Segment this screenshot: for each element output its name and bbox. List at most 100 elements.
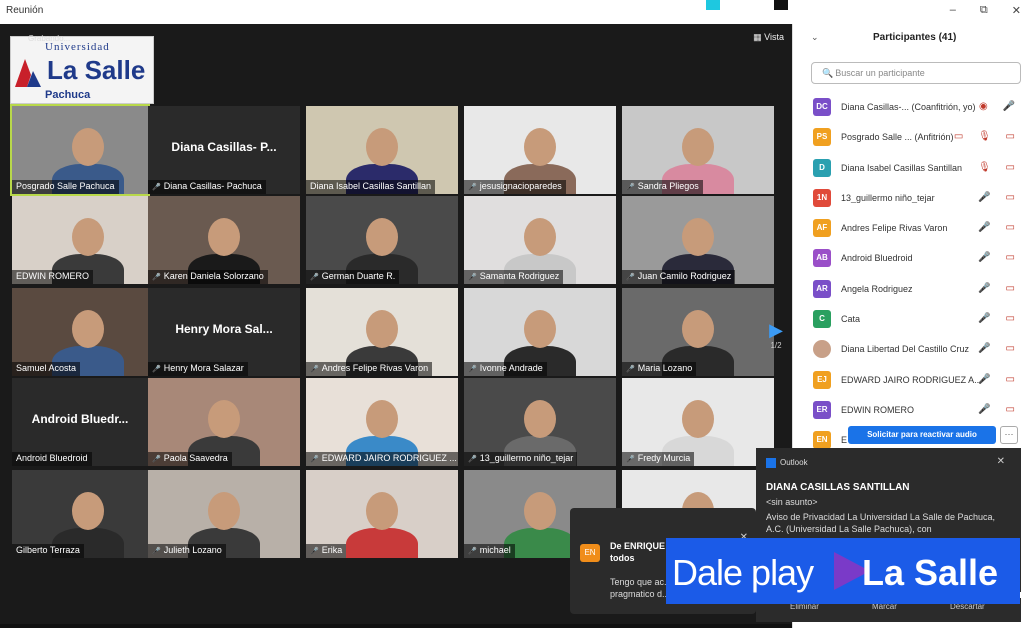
- mic-video-status-icon: 🎤 ▭: [978, 191, 1021, 203]
- video-tile[interactable]: Henry Mora Sal... 🎤 Henry Mora Salazar: [148, 288, 300, 376]
- participant-name: 13_guillermo niño_tejar: [841, 192, 935, 203]
- participant-row[interactable]: AF Andres Felipe Rivas Varon 🎤 ▭: [811, 213, 1025, 243]
- participant-name-label: Posgrado Salle Pachuca: [12, 180, 119, 194]
- participant-name-label: Diana Isabel Casillas Santillan: [306, 180, 436, 194]
- participant-name: Diana Isabel Casillas Santillan: [841, 162, 963, 173]
- video-tile[interactable]: 🎤 Samanta Rodriguez: [464, 196, 616, 284]
- mic-muted-icon: 🎤: [468, 184, 477, 191]
- participant-row[interactable]: ER EDWIN ROMERO 🎤 ▭: [811, 395, 1025, 425]
- video-tile[interactable]: 🎤 German Duarte R.: [306, 196, 458, 284]
- video-tile[interactable]: Posgrado Salle Pachuca: [10, 104, 150, 196]
- participant-row[interactable]: PS Posgrado Salle ... (Anfitrión) ▭ 🎙 ▭: [811, 122, 1025, 152]
- participant-name-label: 🎤 Maria Lozano: [622, 362, 697, 376]
- participant-name-label: 🎤 Ivonne Andrade: [464, 362, 547, 376]
- video-tile[interactable]: 🎤 Karen Daniela Solorzano: [148, 196, 300, 284]
- video-tile[interactable]: 🎤 Erika: [306, 470, 458, 558]
- participant-avatar: PS: [813, 128, 831, 147]
- university-logo: Universidad La Salle Pachuca: [10, 36, 154, 104]
- participant-name: Posgrado Salle Pachuca: [16, 181, 115, 191]
- participant-avatar: EJ: [813, 370, 831, 389]
- participant-name: EDWIN ROMERO: [16, 271, 89, 281]
- mic-muted-icon: 🎤: [152, 184, 161, 191]
- participant-face: [366, 128, 398, 166]
- video-tile[interactable]: Android Bluedr... Android Bluedroid: [12, 378, 148, 466]
- participant-row[interactable]: D Diana Isabel Casillas Santillan 🎙 ▭: [811, 153, 1025, 183]
- mic-muted-icon: 🎤: [626, 366, 635, 373]
- video-tile[interactable]: 🎤 Juan Camilo Rodriguez: [622, 196, 774, 284]
- participant-row[interactable]: AB Android Bluedroid 🎤 ▭: [811, 243, 1025, 273]
- participant-face: [208, 400, 240, 438]
- participant-name: EDWARD JAIRO RODRIGUEZ A...: [841, 374, 982, 385]
- video-tile[interactable]: 🎤 jesusignacioparedes: [464, 106, 616, 194]
- participant-name: Gilberto Terraza: [16, 545, 80, 555]
- participant-name: Diana Casillas-... (Coanfitrión, yo): [841, 102, 976, 112]
- participant-name-label: 🎤 jesusignacioparedes: [464, 180, 566, 194]
- toast-subject: <sin asunto>: [766, 497, 818, 507]
- participant-row[interactable]: C Cata 🎤 ▭: [811, 304, 1025, 334]
- toast-sender: DIANA CASILLAS SANTILLAN: [766, 482, 910, 493]
- participant-name-label: 🎤 Fredy Murcia: [622, 452, 695, 466]
- participant-name-label: 🎤 13_guillermo niño_tejar: [464, 452, 578, 466]
- participant-row[interactable]: 1N 13_guillermo niño_tejar 🎤 ▭: [811, 183, 1025, 213]
- video-tile[interactable]: 🎤 EDWARD JAIRO RODRIGUEZ ...: [306, 378, 458, 466]
- banner-text1: Dale play: [672, 552, 814, 593]
- video-tile[interactable]: 🎤 Paola Saavedra: [148, 378, 300, 466]
- participant-name: Andres Felipe Rivas Varon: [321, 363, 429, 373]
- participant-name: Diana Isabel Casillas Santillan: [310, 181, 432, 191]
- participant-name: Karen Daniela Solorzano: [163, 271, 264, 281]
- participant-avatar: AF: [813, 219, 831, 238]
- participant-name: Cata: [841, 314, 861, 325]
- participant-name: Android Bluedroid: [841, 253, 913, 264]
- mic-video-status-icon: 🎤 ▭: [978, 403, 1021, 415]
- video-tile[interactable]: 🎤 Andres Felipe Rivas Varon: [306, 288, 458, 376]
- mic-video-status-icon: ◉ 🎤: [979, 101, 1021, 112]
- participant-face: [366, 218, 398, 256]
- video-tile[interactable]: 🎤 Maria Lozano: [622, 288, 774, 376]
- participant-name-label: 🎤 Samanta Rodriguez: [464, 270, 564, 284]
- participant-name: EDWARD JAIRO RODRIGUEZ ...: [321, 453, 457, 463]
- video-tile[interactable]: Diana Isabel Casillas Santillan: [306, 106, 458, 194]
- participant-name: Paola Saavedra: [163, 453, 228, 463]
- more-options-button[interactable]: ···: [1000, 426, 1018, 444]
- mic-video-status-icon: 🎤 ▭: [978, 282, 1021, 294]
- participant-display-name: Android Bluedr...: [31, 412, 129, 426]
- banner-text2: La Salle: [862, 552, 999, 593]
- participant-row[interactable]: DC Diana Casillas-... (Coanfitrión, yo) ◉ …: [811, 92, 1025, 122]
- participant-name-label: 🎤 Diana Casillas- Pachuca: [148, 180, 266, 194]
- request-unmute-button[interactable]: Solicitar para reactivar audio: [848, 426, 996, 444]
- mic-muted-icon: 🎤: [626, 274, 635, 281]
- video-tile[interactable]: 🎤 Julieth Lozano: [148, 470, 300, 558]
- mic-muted-icon: 🎤: [468, 456, 477, 463]
- participant-avatar: C: [813, 310, 831, 329]
- participant-row[interactable]: EJ EDWARD JAIRO RODRIGUEZ A... 🎤 ▭: [811, 365, 1025, 395]
- mic-muted-icon: 🎤: [468, 366, 477, 373]
- video-tile[interactable]: 🎤 Sandra Pliegos: [622, 106, 774, 194]
- view-button[interactable]: ▦ Vista: [753, 32, 784, 43]
- video-tile[interactable]: EDWIN ROMERO: [12, 196, 148, 284]
- participant-face: [366, 492, 398, 530]
- search-input[interactable]: 🔍 Buscar un participante: [811, 62, 1021, 84]
- video-tile[interactable]: Samuel Acosta: [12, 288, 148, 376]
- participant-face: [682, 400, 714, 438]
- video-tile[interactable]: Gilberto Terraza: [12, 470, 148, 558]
- next-page-button[interactable]: ▶ 1/2: [766, 320, 786, 350]
- participant-face: [72, 492, 104, 530]
- mic-muted-icon: 🎤: [310, 366, 319, 373]
- participant-row[interactable]: Diana Libertad Del Castillo Cruz 🎤 ▭: [811, 334, 1025, 364]
- participant-row[interactable]: AR Angela Rodriguez 🎤 ▭: [811, 274, 1025, 304]
- video-tile[interactable]: 🎤 Ivonne Andrade: [464, 288, 616, 376]
- toast-body: Aviso de Privacidad La Universidad La Sa…: [766, 512, 995, 534]
- panel-title: Participantes (41): [873, 32, 957, 43]
- close-button[interactable]: ✕: [1012, 4, 1021, 17]
- video-tile[interactable]: 🎤 Fredy Murcia: [622, 378, 774, 466]
- close-icon[interactable]: ✕: [997, 456, 1005, 467]
- video-tile[interactable]: Diana Casillas- P... 🎤 Diana Casillas- Pac…: [148, 106, 300, 194]
- chevron-down-icon[interactable]: ⌄: [811, 32, 819, 43]
- restore-button[interactable]: ⧉: [980, 4, 988, 17]
- mic-video-status-icon: 🎤 ▭: [978, 343, 1021, 355]
- mic-video-status-icon: 🎙 ▭: [978, 161, 1021, 173]
- salle-logo-mark: [15, 59, 41, 87]
- video-tile[interactable]: 🎤 13_guillermo niño_tejar: [464, 378, 616, 466]
- toast-app: Outlook: [780, 458, 808, 467]
- minimize-button[interactable]: –: [950, 4, 956, 17]
